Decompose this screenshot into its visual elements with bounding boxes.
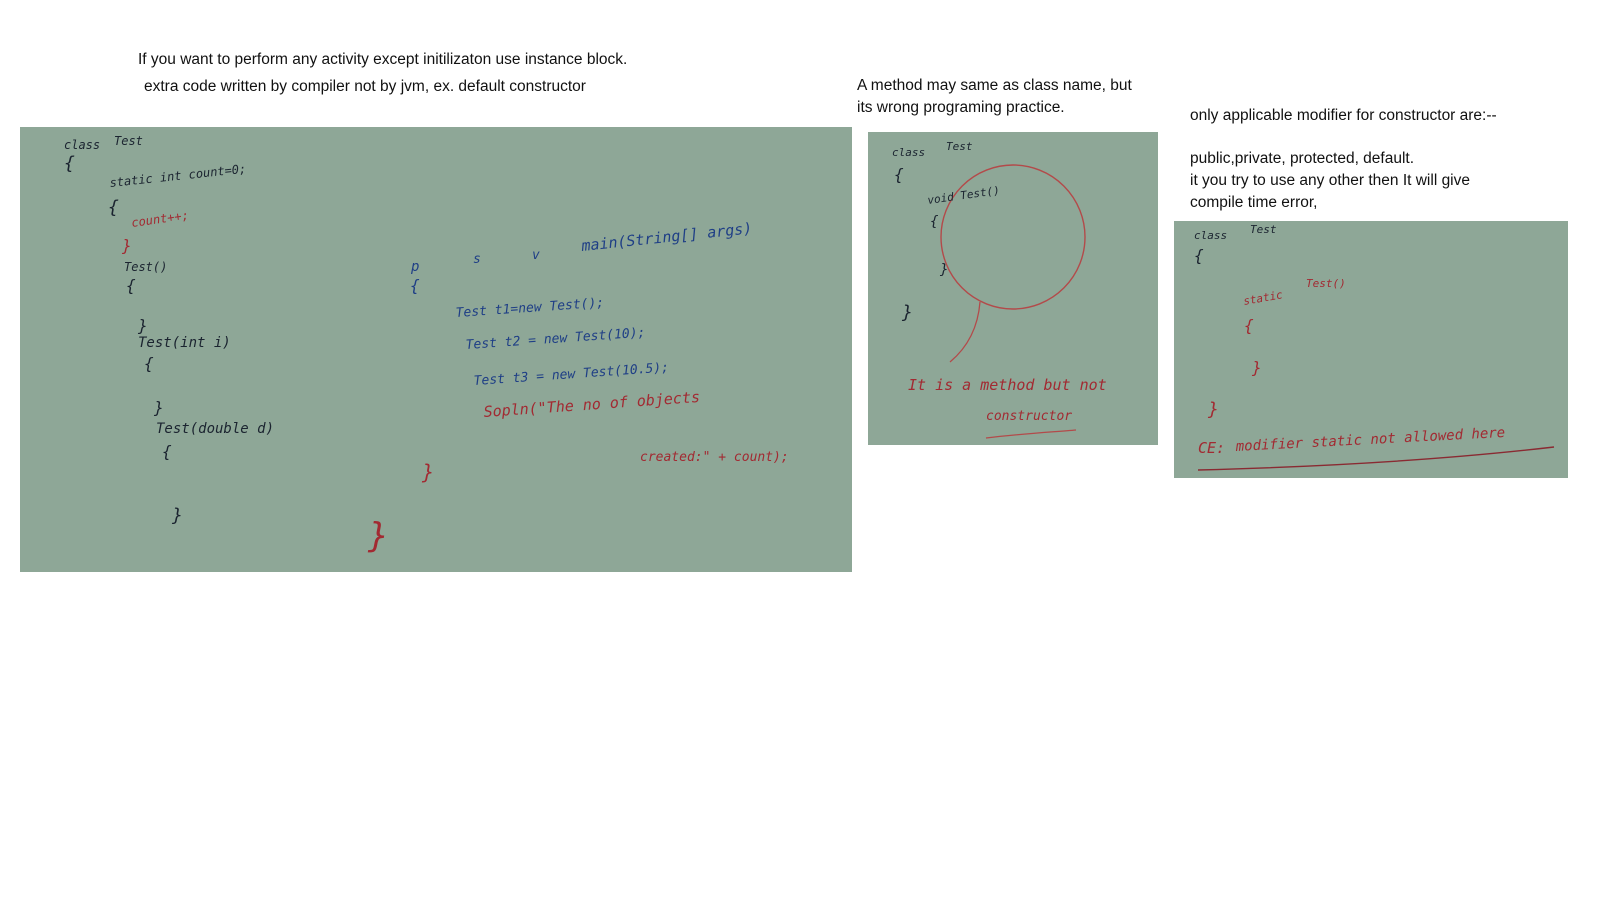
void-test-method: void Test() [927, 184, 1001, 207]
constructor-int-open: { [144, 354, 154, 373]
main-public-abbrev: p [410, 259, 419, 275]
constructor-no-arg-close: } [137, 316, 148, 335]
method-name-note-line1: A method may same as class name, but [857, 77, 1132, 94]
new-test-t1: Test t1=new Test(); [455, 296, 604, 321]
annotation-underline [985, 429, 1077, 439]
class-keyword: class [1194, 229, 1227, 242]
constructor-close-brace: } [1251, 358, 1262, 377]
constructor-int: Test(int i) [138, 335, 231, 351]
annotation-line1: It is a method but not [908, 376, 1107, 394]
count-increment: count++; [130, 208, 189, 230]
static-constructor: Test() [1306, 277, 1346, 290]
whiteboard-method-same-name: class Test { void Test() { } } It is a m… [868, 132, 1158, 445]
whiteboard-static-drawing: class Test { static Test() { } } CE: mod… [1194, 223, 1555, 471]
modifiers-note-line1: only applicable modifier for constructor… [1190, 107, 1497, 124]
class-close-brace: } [367, 516, 388, 556]
static-keyword: static [1242, 288, 1284, 308]
class-open-brace: { [894, 165, 904, 184]
default-constructor-note: extra code written by compiler not by jv… [144, 78, 586, 95]
annotation-line2: constructor [986, 409, 1072, 424]
class-open-brace: { [1194, 246, 1204, 265]
annotation-pointer [949, 301, 981, 363]
constructor-double-open: { [162, 442, 172, 461]
main-open-brace: { [410, 276, 420, 295]
whiteboard-constructors-drawing: class Test { static int count=0; { count… [64, 134, 789, 556]
compile-error-message: modifier static not allowed here [1234, 425, 1505, 455]
modifiers-note-line3: it you try to use any other then It will… [1190, 172, 1470, 189]
main-static-abbrev: s [473, 252, 481, 267]
main-void-abbrev: v [532, 248, 540, 263]
constructor-open-brace: { [1244, 316, 1254, 335]
class-close-brace: } [1207, 399, 1219, 420]
modifiers-note-line4: compile time error, [1190, 194, 1318, 211]
static-block-close: } [121, 236, 132, 255]
new-test-t3: Test t3 = new Test(10.5); [473, 360, 669, 389]
class-name: Test [946, 140, 973, 153]
method-name-note-line2: its wrong programing practice. [857, 99, 1065, 116]
static-block-brace: { [108, 197, 119, 218]
whiteboard-method-drawing: class Test { void Test() { } } It is a m… [892, 140, 1107, 439]
class-name: Test [114, 134, 143, 148]
new-test-t2: Test t2 = new Test(10); [465, 325, 646, 353]
highlight-circle [940, 164, 1086, 310]
whiteboard-static-constructor: class Test { static Test() { } } CE: mod… [1174, 221, 1568, 478]
class-close-brace: } [901, 302, 913, 323]
constructor-int-close: } [153, 398, 164, 417]
class-name: Test [1250, 223, 1277, 236]
constructor-no-arg: Test() [124, 260, 167, 274]
class-keyword: class [892, 146, 925, 159]
main-method-signature: main(String[] args) [580, 219, 754, 255]
main-close-brace: } [421, 460, 434, 484]
constructor-double: Test(double d) [156, 421, 274, 437]
constructor-no-arg-open: { [126, 276, 136, 295]
static-field-line: static int count=0; [109, 162, 247, 190]
class-keyword: class [64, 138, 100, 152]
whiteboard-constructors-example: class Test { static int count=0; { count… [20, 127, 852, 572]
print-statement-continued: created:" + count); [640, 450, 789, 465]
method-close-brace: } [939, 262, 948, 278]
modifiers-note-line2: public,private, protected, default. [1190, 150, 1415, 167]
instance-block-note: If you want to perform any activity exce… [138, 51, 628, 68]
compile-error-prefix: CE: [1198, 439, 1225, 457]
print-statement: Sopln("The no of objects [483, 388, 700, 421]
constructor-double-close: } [171, 505, 183, 526]
method-open-brace: { [930, 214, 939, 230]
class-open-brace: { [64, 153, 75, 174]
